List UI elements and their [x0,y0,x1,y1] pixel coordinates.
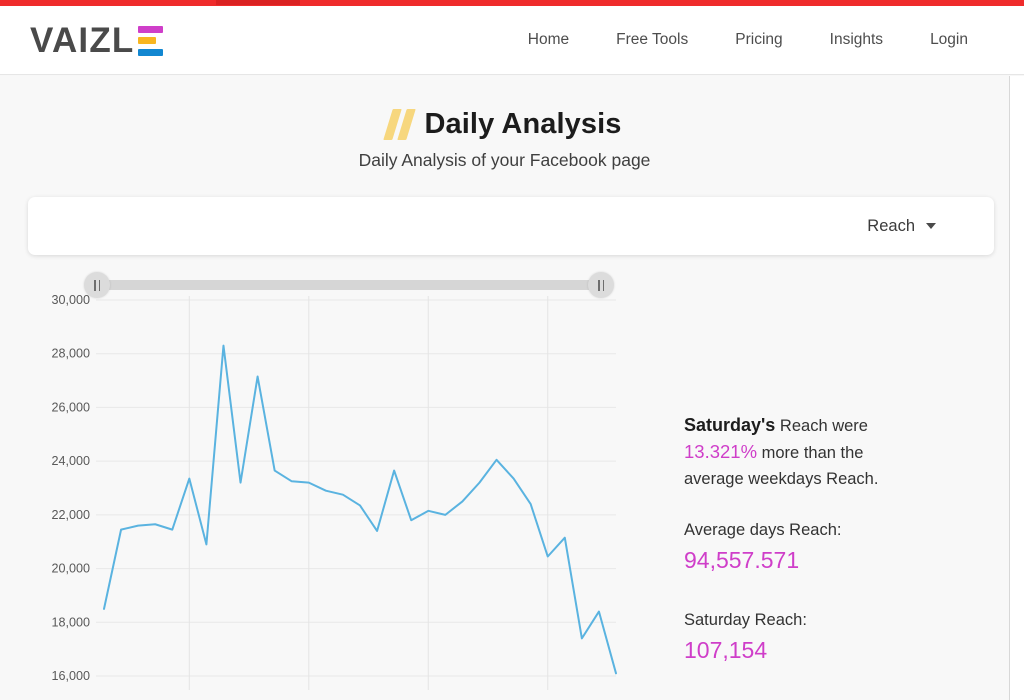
chart-svg: 16,000 18,000 20,000 22,000 24,000 26,000 28,0… [51,293,617,690]
site-header: VAIZL Home Free Tools Pricing Insights L… [0,6,1024,75]
grip-icon [598,279,604,291]
svg-text:28,000: 28,000 [51,347,90,361]
nav-item-insights[interactable]: Insights [830,31,883,49]
page-subtitle: Daily Analysis of your Facebook page [358,150,651,170]
metric-dropdown[interactable]: Reach [867,217,936,236]
page-right-gutter [1010,76,1024,700]
summary-percent: 13.321% [684,441,758,462]
range-slider-track[interactable] [95,280,603,290]
brand-logo-text: VAIZL [30,20,135,60]
svg-text:22,000: 22,000 [51,508,90,522]
summary-sentence: Saturday's Reach were 13.321% more than … [684,412,896,492]
reach-line-chart[interactable]: 16,000 18,000 20,000 22,000 24,000 26,000 28,0… [28,290,628,700]
page-root: VAIZL Home Free Tools Pricing Insights L… [0,0,1024,700]
chevron-down-icon [926,223,936,229]
main-navigation: Home Free Tools Pricing Insights Login [528,31,968,49]
chart-data-line [103,344,617,675]
stats-panel: Saturday's Reach were 13.321% more than … [684,412,964,664]
saturday-stat: Saturday Reach: 107,154 [684,611,964,664]
nav-item-free-tools[interactable]: Free Tools [616,31,688,49]
double-slash-icon [382,109,416,140]
summary-comparison-2: average weekdays Reach. [684,470,879,488]
svg-text:20,000: 20,000 [51,562,90,576]
chart-vertical-gridlines [188,296,549,690]
brand-logo[interactable]: VAIZL [30,18,163,62]
main-content: Daily Analysis Daily Analysis of your Fa… [0,76,1010,700]
page-title-row: Daily Analysis [0,108,1009,141]
saturday-value: 107,154 [684,637,768,663]
saturday-label: Saturday Reach: [684,611,807,629]
brand-logo-bars-icon [137,25,163,56]
svg-text:24,000: 24,000 [51,454,90,468]
browser-top-strip-notch [216,0,300,5]
summary-day: Saturday's [684,415,776,435]
average-days-stat: Average days Reach: 94,557.571 [684,521,964,574]
summary-comparison-1: more than the [761,444,864,462]
nav-item-home[interactable]: Home [528,31,569,49]
nav-item-pricing[interactable]: Pricing [735,31,782,49]
svg-text:26,000: 26,000 [51,400,90,414]
svg-text:18,000: 18,000 [51,615,90,629]
average-days-value: 94,557.571 [684,547,800,573]
page-header: Daily Analysis Daily Analysis of your Fa… [0,108,1009,171]
svg-text:30,000: 30,000 [51,293,90,307]
average-days-label: Average days Reach: [684,521,842,539]
chart-horizontal-gridlines [96,299,616,677]
chart-y-axis-labels: 16,000 18,000 20,000 22,000 24,000 26,000 28,0… [51,293,90,683]
svg-text:16,000: 16,000 [51,669,90,683]
grip-icon [94,279,100,291]
metric-dropdown-value: Reach [867,216,915,235]
metric-selector-card: Reach [28,197,994,255]
page-title: Daily Analysis [424,108,622,140]
summary-metric-were: Reach were [779,417,868,435]
nav-item-login[interactable]: Login [930,31,968,49]
